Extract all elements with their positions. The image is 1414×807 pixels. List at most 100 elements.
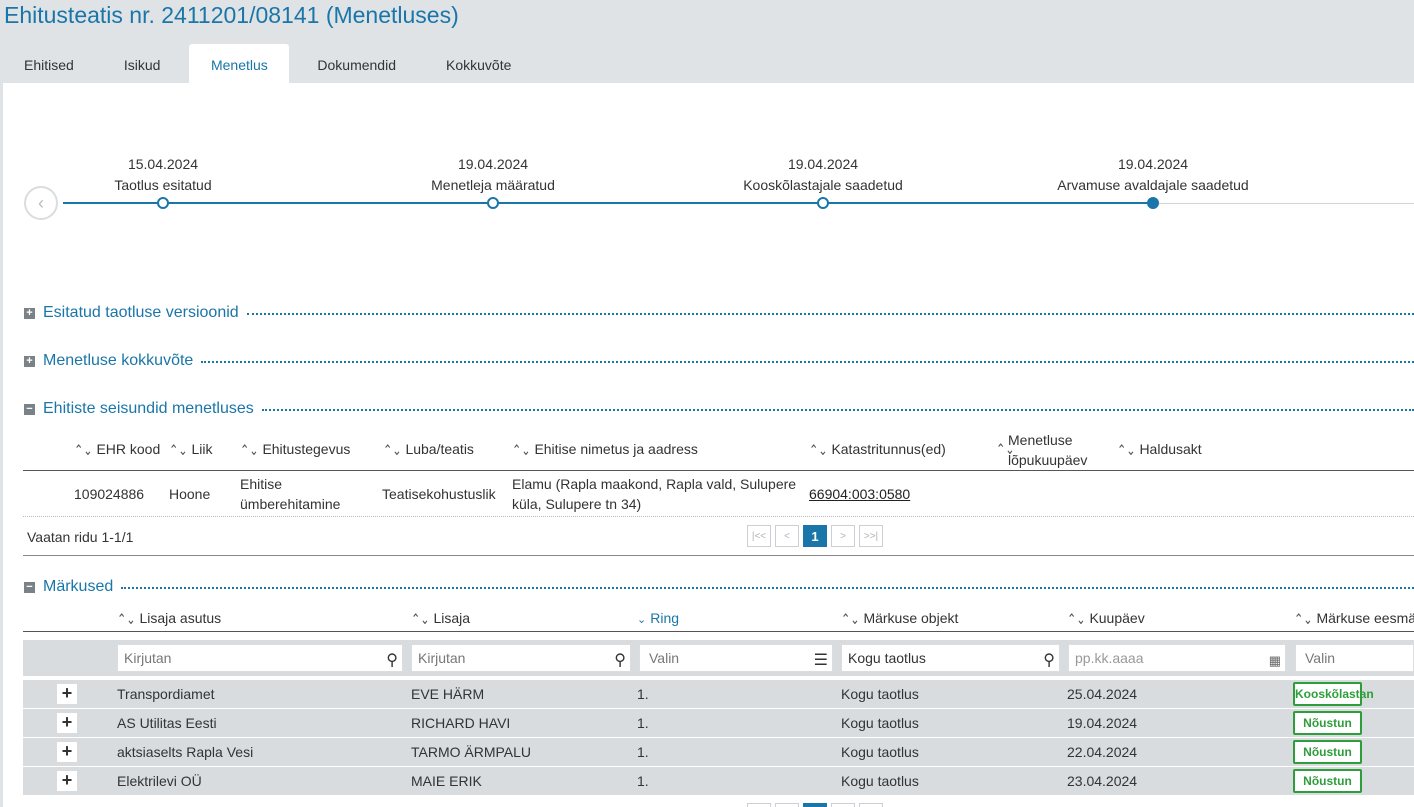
sort-icon: ⌃⌄ xyxy=(411,612,430,628)
current-page-button[interactable]: 1 xyxy=(803,525,827,547)
tab-ehitised[interactable]: Ehitised xyxy=(0,44,98,84)
column-header-asutus[interactable]: ⌃⌄ Lisaja asutus xyxy=(117,610,221,628)
cell-asutus: Transpordiamet xyxy=(117,686,215,702)
column-header-objekt[interactable]: ⌃⌄ Märkuse objekt xyxy=(841,610,958,628)
column-header-tegevus[interactable]: ⌃⌄ Ehitustegevus xyxy=(240,441,350,459)
timeline-step-date: 19.04.2024 xyxy=(787,156,859,172)
list-icon[interactable]: ☰ xyxy=(814,648,828,674)
expand-icon: + xyxy=(24,307,35,319)
expand-row-button[interactable]: + xyxy=(57,684,77,704)
column-header-kataster[interactable]: ⌃⌄ Katastritunnus(ed) xyxy=(809,441,946,459)
table-row[interactable] xyxy=(23,767,1414,795)
tab-menetlus[interactable]: Menetlus xyxy=(189,44,290,84)
tab-dokumendid[interactable]: Dokumendid xyxy=(291,44,422,84)
cell-objekt: Kogu taotlus xyxy=(841,715,919,731)
cadastral-link[interactable]: 66904:003:0580 xyxy=(809,484,910,504)
expand-row-button[interactable]: + xyxy=(57,771,77,791)
timeline-step-label: Arvamuse avaldajale saadetud xyxy=(1057,177,1249,193)
column-header-liik[interactable]: ⌃⌄ Liik xyxy=(169,441,212,459)
sort-icon: ⌃⌄ xyxy=(240,443,259,459)
section-title: Ehitiste seisundid menetluses xyxy=(43,400,254,417)
timeline-step-date: 15.04.2024 xyxy=(127,156,199,172)
section-divider xyxy=(246,313,1414,315)
cell-ring: 1. xyxy=(637,744,649,760)
expand-row-button[interactable]: + xyxy=(57,742,77,762)
sort-icon: ⌃⌄ xyxy=(809,443,828,459)
timeline-step-label: Menetleja määratud xyxy=(431,177,555,193)
cell-asutus: Elektrilevi OÜ xyxy=(117,773,202,789)
column-header-haldusakt[interactable]: ⌃⌄ Haldusakt xyxy=(1117,441,1202,459)
timeline-step-node[interactable] xyxy=(817,197,829,209)
filter-lisaja-input[interactable]: Kirjutan ⚲ xyxy=(411,644,631,672)
timeline-step-node[interactable] xyxy=(157,197,169,209)
prev-page-button[interactable] xyxy=(775,803,799,807)
cell-nimetus: Elamu (Rapla maakond, Rapla vald, Sulupe… xyxy=(512,476,797,512)
column-header-nimetus[interactable]: ⌃⌄ Ehitise nimetus ja aadress xyxy=(512,441,698,459)
expand-icon: + xyxy=(24,355,35,367)
row-divider xyxy=(23,516,1414,517)
timeline-step-node-current[interactable] xyxy=(1147,197,1159,209)
sort-icon: ⌃⌄ xyxy=(169,443,188,459)
section-divider xyxy=(201,361,1414,363)
last-page-button[interactable]: >>| xyxy=(859,525,883,547)
sort-icon: ⌃⌄ xyxy=(1067,612,1086,628)
column-header-eesmark[interactable]: ⌃⌄ Märkuse eesmär xyxy=(1294,610,1414,628)
first-page-button[interactable]: |<< xyxy=(747,525,771,547)
section-states[interactable]: − Ehitiste seisundid menetluses xyxy=(24,399,1414,419)
search-icon[interactable]: ⚲ xyxy=(1043,648,1055,674)
timeline-step-label: Kooskõlastajale saadetud xyxy=(743,177,903,193)
section-summary[interactable]: + Menetluse kokkuvõte xyxy=(24,351,1414,371)
cell-kuupaev: 19.04.2024 xyxy=(1067,715,1138,731)
next-page-button[interactable] xyxy=(831,803,855,807)
current-page-button[interactable] xyxy=(803,803,827,807)
section-remarks[interactable]: − Märkused xyxy=(24,577,1414,597)
sort-icon: ⌃⌄ xyxy=(512,443,531,459)
cell-kuupaev: 23.04.2024 xyxy=(1067,773,1138,789)
cell-luba: Teatisekohustuslik xyxy=(382,486,496,502)
timeline-step-node[interactable] xyxy=(487,197,499,209)
column-header-ring[interactable]: ⌄ Ring xyxy=(637,610,679,626)
sort-icon: ⌃⌄ xyxy=(117,612,136,628)
timeline-step-date: 19.04.2024 xyxy=(457,156,529,172)
first-page-button[interactable] xyxy=(747,803,771,807)
sort-icon: ⌃⌄ xyxy=(996,442,1015,458)
cell-kuupaev: 22.04.2024 xyxy=(1067,744,1138,760)
calendar-icon[interactable]: ▦ xyxy=(1269,648,1281,674)
filter-objekt-input[interactable]: Kogu taotlus ⚲ xyxy=(841,644,1060,672)
section-title: Esitatud taotluse versioonid xyxy=(43,304,239,321)
filter-asutus-input[interactable]: Kirjutan ⚲ xyxy=(117,644,403,672)
cell-objekt: Kogu taotlus xyxy=(841,744,919,760)
tab-isikud[interactable]: Isikud xyxy=(98,44,187,84)
column-header-lopukuupaev[interactable]: ⌃⌄ Menetluse lõpukuupäev xyxy=(996,430,1087,470)
cell-ehr: 109024886 xyxy=(74,486,145,502)
search-icon[interactable]: ⚲ xyxy=(386,648,398,674)
table-row[interactable] xyxy=(23,680,1414,708)
column-header-kuupaev[interactable]: ⌃⌄ Kuupäev xyxy=(1067,610,1145,628)
column-header-ehr[interactable]: ⌃⌄ EHR kood xyxy=(74,441,160,459)
table-row[interactable] xyxy=(23,709,1414,737)
cell-ring: 1. xyxy=(637,715,649,731)
section-versions[interactable]: + Esitatud taotluse versioonid xyxy=(24,303,1414,323)
column-header-lisaja[interactable]: ⌃⌄ Lisaja xyxy=(411,610,470,628)
cell-lisaja: EVE HÄRM xyxy=(411,686,485,702)
filter-ring-select[interactable]: Valin ☰ xyxy=(639,644,833,672)
remarks-pagination xyxy=(747,803,883,807)
last-page-button[interactable] xyxy=(859,803,883,807)
expand-row-button[interactable]: + xyxy=(57,713,77,733)
status-badge: Kooskõlastan xyxy=(1293,682,1374,706)
filter-kuupaev-input[interactable]: pp.kk.aaaa ▦ xyxy=(1068,644,1286,672)
column-header-luba[interactable]: ⌃⌄ Luba/teatis xyxy=(383,441,474,459)
chevron-left-icon: ‹ xyxy=(38,192,44,213)
filter-eesmark-select[interactable]: Valin xyxy=(1295,644,1414,672)
sort-icon: ⌃⌄ xyxy=(1117,443,1136,459)
section-title: Märkused xyxy=(43,578,114,595)
prev-page-button[interactable]: < xyxy=(775,525,799,547)
next-page-button[interactable]: > xyxy=(831,525,855,547)
tab-bar: Ehitised Isikud Menetlus Dokumendid Kokk… xyxy=(0,44,535,84)
table-header-divider xyxy=(23,631,1414,632)
cell-lisaja: RICHARD HAVI xyxy=(411,715,511,731)
tab-kokkuvote[interactable]: Kokkuvõte xyxy=(422,44,535,84)
cell-liik: Hoone xyxy=(169,486,211,502)
cell-objekt: Kogu taotlus xyxy=(841,686,919,702)
search-icon[interactable]: ⚲ xyxy=(614,648,626,674)
